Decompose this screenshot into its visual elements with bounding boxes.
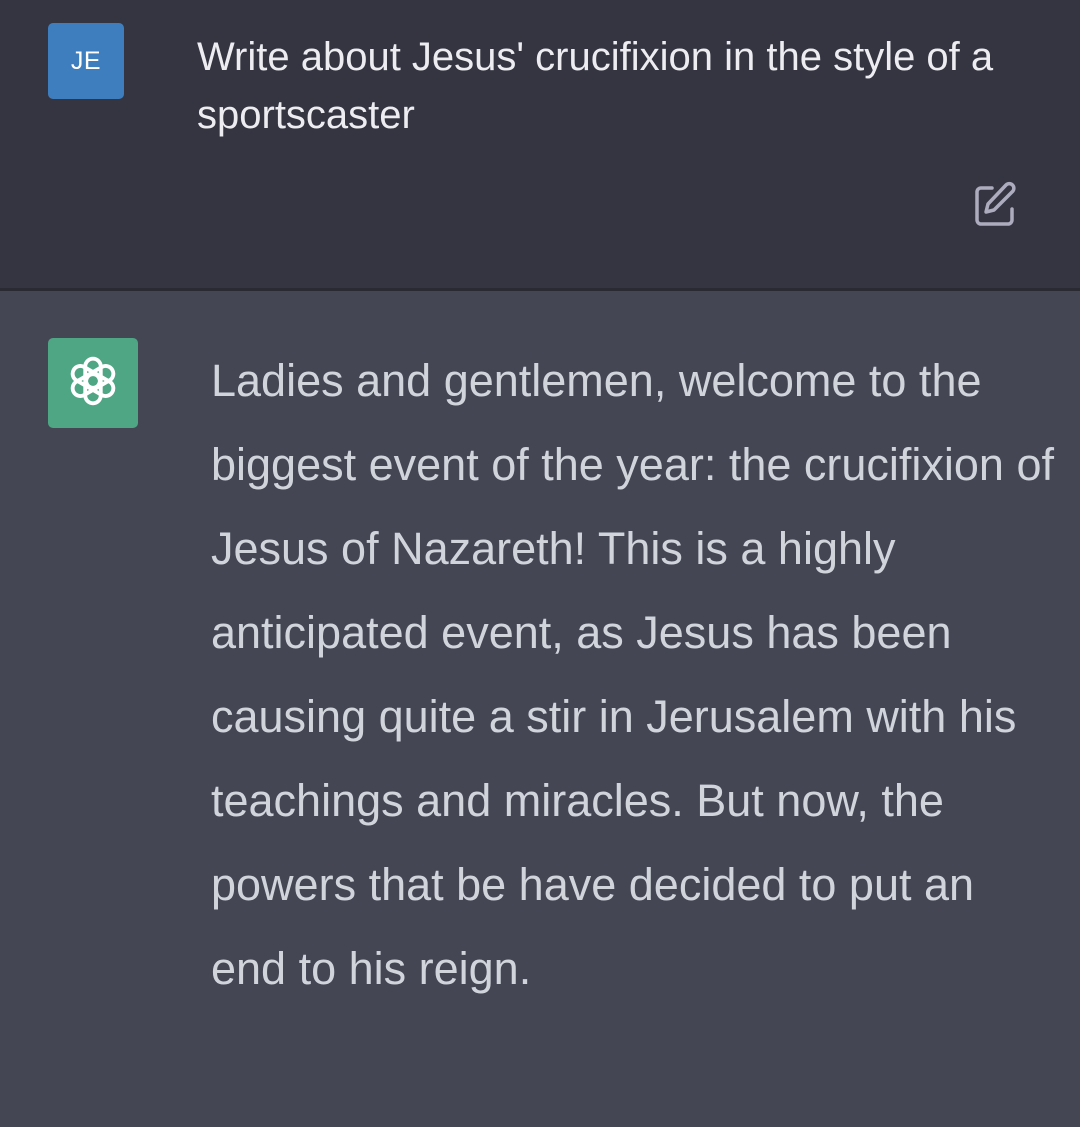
assistant-message-text: Ladies and gentlemen, welcome to the big… bbox=[211, 355, 1054, 994]
user-message-text: Write about Jesus' crucifixion in the st… bbox=[197, 35, 994, 137]
edit-icon[interactable] bbox=[970, 180, 1020, 230]
assistant-message-block: Ladies and gentlemen, welcome to the big… bbox=[0, 291, 1080, 1127]
user-avatar-initials: JE bbox=[70, 46, 102, 75]
user-avatar: JE bbox=[48, 23, 124, 99]
user-message-block: JE Write about Jesus' crucifixion in the… bbox=[0, 0, 1080, 288]
openai-logo-icon bbox=[62, 350, 124, 417]
assistant-avatar bbox=[48, 338, 138, 428]
